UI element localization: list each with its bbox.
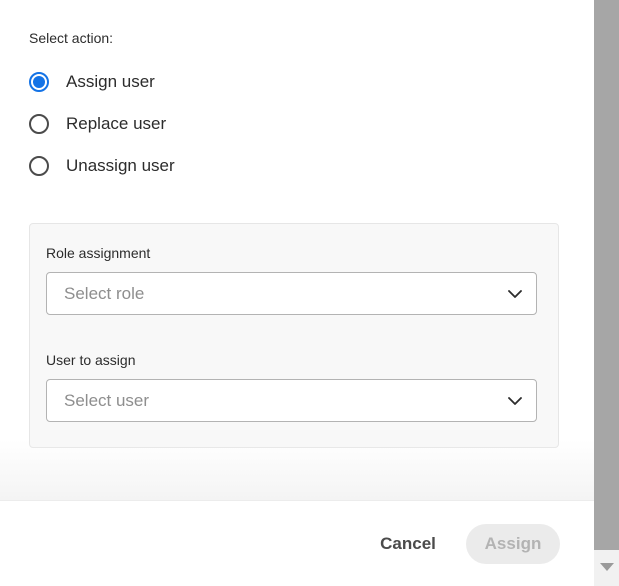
radio-button-assign-user[interactable] xyxy=(29,72,49,92)
radio-label-assign-user[interactable]: Assign user xyxy=(66,72,155,92)
user-select-placeholder: Select user xyxy=(64,391,150,410)
radio-option-replace-user[interactable]: Replace user xyxy=(29,110,175,138)
vertical-scrollbar[interactable] xyxy=(594,0,619,586)
radio-label-replace-user[interactable]: Replace user xyxy=(66,114,166,134)
role-assignment-label: Role assignment xyxy=(46,245,151,261)
role-select-placeholder: Select role xyxy=(64,284,145,303)
select-action-label: Select action: xyxy=(29,30,114,46)
chevron-down-icon xyxy=(508,397,522,405)
radio-option-assign-user[interactable]: Assign user xyxy=(29,68,175,96)
action-radio-group: Assign user Replace user Unassign user xyxy=(29,68,175,194)
assign-user-dialog: Select action: Assign user Replace user … xyxy=(0,0,594,586)
assignment-panel: Role assignment Select role User to assi… xyxy=(29,223,559,448)
scrollbar-thumb[interactable] xyxy=(594,0,619,550)
radio-button-unassign-user[interactable] xyxy=(29,156,49,176)
user-to-assign-label: User to assign xyxy=(46,352,136,368)
radio-option-unassign-user[interactable]: Unassign user xyxy=(29,152,175,180)
radio-label-unassign-user[interactable]: Unassign user xyxy=(66,156,175,176)
page: Select action: Assign user Replace user … xyxy=(0,0,619,586)
scroll-fade-overlay xyxy=(0,440,594,500)
cancel-button[interactable]: Cancel xyxy=(372,524,444,564)
user-select[interactable]: Select user xyxy=(46,379,537,422)
assign-button[interactable]: Assign xyxy=(466,524,560,564)
dialog-footer: Cancel Assign xyxy=(0,500,594,586)
radio-button-replace-user[interactable] xyxy=(29,114,49,134)
role-select[interactable]: Select role xyxy=(46,272,537,315)
scroll-down-arrow-icon[interactable] xyxy=(600,563,614,571)
chevron-down-icon xyxy=(508,290,522,298)
